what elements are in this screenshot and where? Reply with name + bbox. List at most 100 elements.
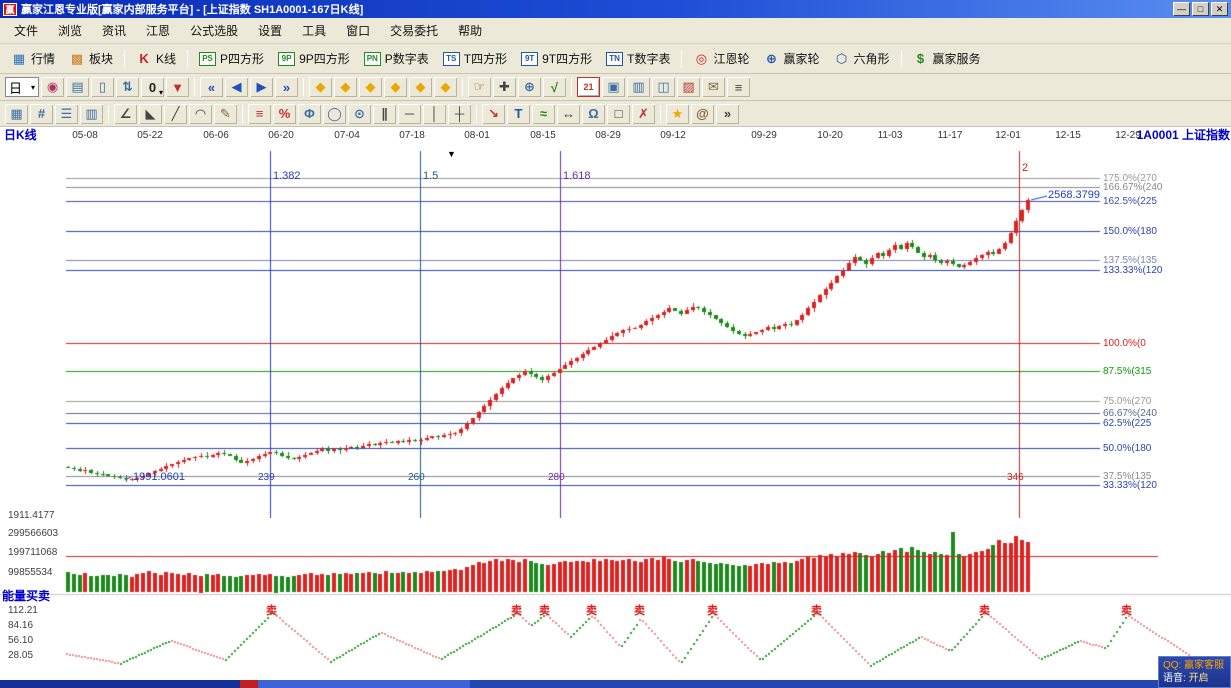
stats-icon[interactable]: √: [543, 77, 566, 97]
winner-service-button-label: 赢家服务: [933, 50, 981, 67]
spiral-tool-icon[interactable]: @: [691, 104, 714, 124]
menu-item-2[interactable]: 资讯: [92, 18, 136, 43]
quotes-icon: ▦: [11, 51, 27, 67]
arrow-mark-icon[interactable]: ↘: [482, 104, 505, 124]
measure-tool-icon[interactable]: ↔: [557, 104, 580, 124]
channel-tool-icon[interactable]: ∥: [373, 104, 396, 124]
bookmark-icon[interactable]: ▯: [91, 77, 114, 97]
first-bar-icon[interactable]: «: [200, 77, 223, 97]
arc-tool-icon[interactable]: ◠: [189, 104, 212, 124]
seal-icon[interactable]: ◉: [41, 77, 64, 97]
angle-tool-icon[interactable]: ∠: [114, 104, 137, 124]
vline-tool-icon[interactable]: │: [423, 104, 446, 124]
p-square-button-label: P四方形: [220, 50, 264, 67]
p-square-button[interactable]: PSP四方形: [192, 48, 271, 69]
percent-tool-icon[interactable]: %: [273, 104, 296, 124]
fib-levels-icon[interactable]: ≡: [248, 104, 271, 124]
separator: [901, 50, 902, 68]
vline-bottom-label: 346: [1007, 472, 1024, 483]
menu-item-1[interactable]: 浏览: [48, 18, 92, 43]
vline-top-label: 2: [1022, 163, 1028, 174]
menu-item-8[interactable]: 交易委托: [380, 18, 448, 43]
mail-icon[interactable]: ✉: [702, 77, 725, 97]
p-number-table-button[interactable]: PNP数字表: [357, 48, 436, 69]
hline-tool-icon[interactable]: ─: [398, 104, 421, 124]
gann-grid-icon[interactable]: ▦: [5, 104, 28, 124]
menu-item-9[interactable]: 帮助: [448, 18, 492, 43]
level-dropdown[interactable]: 0▾: [141, 77, 164, 97]
percent-chart-icon[interactable]: ▨: [677, 77, 700, 97]
gann-wheel-button[interactable]: ◎江恩轮: [686, 48, 756, 69]
layers-icon[interactable]: ◫: [652, 77, 675, 97]
period-label: 日: [9, 78, 22, 97]
gann-diamond-down-icon[interactable]: ◆: [359, 77, 382, 97]
voice-label: 语音:: [1163, 673, 1186, 684]
report-icon[interactable]: ▥: [627, 77, 650, 97]
menu-item-7[interactable]: 窗口: [336, 18, 380, 43]
pencil-icon[interactable]: ✎: [214, 104, 237, 124]
chevron-down-icon: ▾: [159, 88, 163, 97]
next-bar-icon[interactable]: ▶: [250, 77, 273, 97]
gann-diamond-left-icon[interactable]: ◆: [309, 77, 332, 97]
t-square-button[interactable]: TST四方形: [436, 48, 514, 69]
t-number-table-button[interactable]: TNT数字表: [599, 48, 677, 69]
menu-item-6[interactable]: 工具: [292, 18, 336, 43]
hexagon-button[interactable]: ⬡六角形: [827, 48, 897, 69]
clipboard-icon[interactable]: ▤: [66, 77, 89, 97]
trend-line-icon[interactable]: ╱: [164, 104, 187, 124]
separator: [660, 105, 661, 123]
gann-diamond-up-icon[interactable]: ◆: [334, 77, 357, 97]
menu-item-5[interactable]: 设置: [248, 18, 292, 43]
monitor-icon[interactable]: ▣: [602, 77, 625, 97]
prev-bar-icon[interactable]: ◀: [225, 77, 248, 97]
ring-tool-icon[interactable]: ⊙: [348, 104, 371, 124]
titlebar: 赢 赢家江恩专业版[赢家内部服务平台] - [上证指数 SH1A0001-167…: [0, 0, 1231, 18]
star-tool-icon[interactable]: ★: [666, 104, 689, 124]
rows-icon[interactable]: ☰: [55, 104, 78, 124]
quotes-button[interactable]: ▦行情: [4, 48, 62, 69]
separator: [108, 105, 109, 123]
winner-service-button[interactable]: $赢家服务: [906, 48, 988, 69]
print-icon[interactable]: ≡: [727, 77, 750, 97]
menu-item-4[interactable]: 公式选股: [180, 18, 248, 43]
swap-icon[interactable]: ⇅: [116, 77, 139, 97]
menu-item-0[interactable]: 文件: [4, 18, 48, 43]
gann-diamond-all-icon[interactable]: ◆: [434, 77, 457, 97]
gann-level-label: 62.5%(225: [1103, 418, 1151, 429]
separator: [124, 50, 125, 68]
gann-fan-icon[interactable]: ◣: [139, 104, 162, 124]
cycle-tool-icon[interactable]: Ω: [582, 104, 605, 124]
text-tool-icon[interactable]: T: [507, 104, 530, 124]
cross-tool-icon[interactable]: ┼: [448, 104, 471, 124]
zoom-in-icon[interactable]: ⊕: [518, 77, 541, 97]
minimize-button[interactable]: —: [1173, 2, 1190, 16]
table-icon[interactable]: ▥: [80, 104, 103, 124]
crosshair-icon[interactable]: ✚: [493, 77, 516, 97]
last-bar-icon[interactable]: »: [275, 77, 298, 97]
calendar-21-icon[interactable]: 21: [577, 77, 600, 97]
close-button[interactable]: ✕: [1211, 2, 1228, 16]
sell-signal-label: 卖: [1121, 606, 1132, 617]
more-tools-icon[interactable]: »: [716, 104, 739, 124]
lattice-icon[interactable]: #: [30, 104, 53, 124]
circle-tool-icon[interactable]: ◯: [323, 104, 346, 124]
qq-service-panel[interactable]: QQ: 赢家客服 语音: 开启: [1158, 656, 1231, 688]
chart-canvas[interactable]: [0, 127, 1231, 680]
gann-diamond-right-icon[interactable]: ◆: [384, 77, 407, 97]
wave-tool-icon[interactable]: ≈: [532, 104, 555, 124]
pan-hand-icon[interactable]: ☞: [468, 77, 491, 97]
winner-wheel-button[interactable]: ⊕赢家轮: [756, 48, 826, 69]
gann-diamond-center-icon[interactable]: ◆: [409, 77, 432, 97]
golden-ratio-icon[interactable]: Φ: [298, 104, 321, 124]
erase-tool-icon[interactable]: ✗: [632, 104, 655, 124]
kline-button[interactable]: KK线: [129, 48, 183, 69]
funnel-icon[interactable]: ▼: [166, 77, 189, 97]
menu-item-3[interactable]: 江恩: [136, 18, 180, 43]
nine-t-square-button[interactable]: 9T9T四方形: [514, 48, 599, 69]
box-tool-icon[interactable]: □: [607, 104, 630, 124]
maximize-button[interactable]: □: [1192, 2, 1209, 16]
period-dropdown[interactable]: 日 ▾: [5, 77, 39, 97]
nine-p-square-button[interactable]: 9P9P四方形: [271, 48, 357, 69]
main-toolbar: ▦行情▩板块 KK线 PSP四方形9P9P四方形PNP数字表TST四方形9T9T四方…: [0, 44, 1231, 74]
sectors-button[interactable]: ▩板块: [62, 48, 120, 69]
